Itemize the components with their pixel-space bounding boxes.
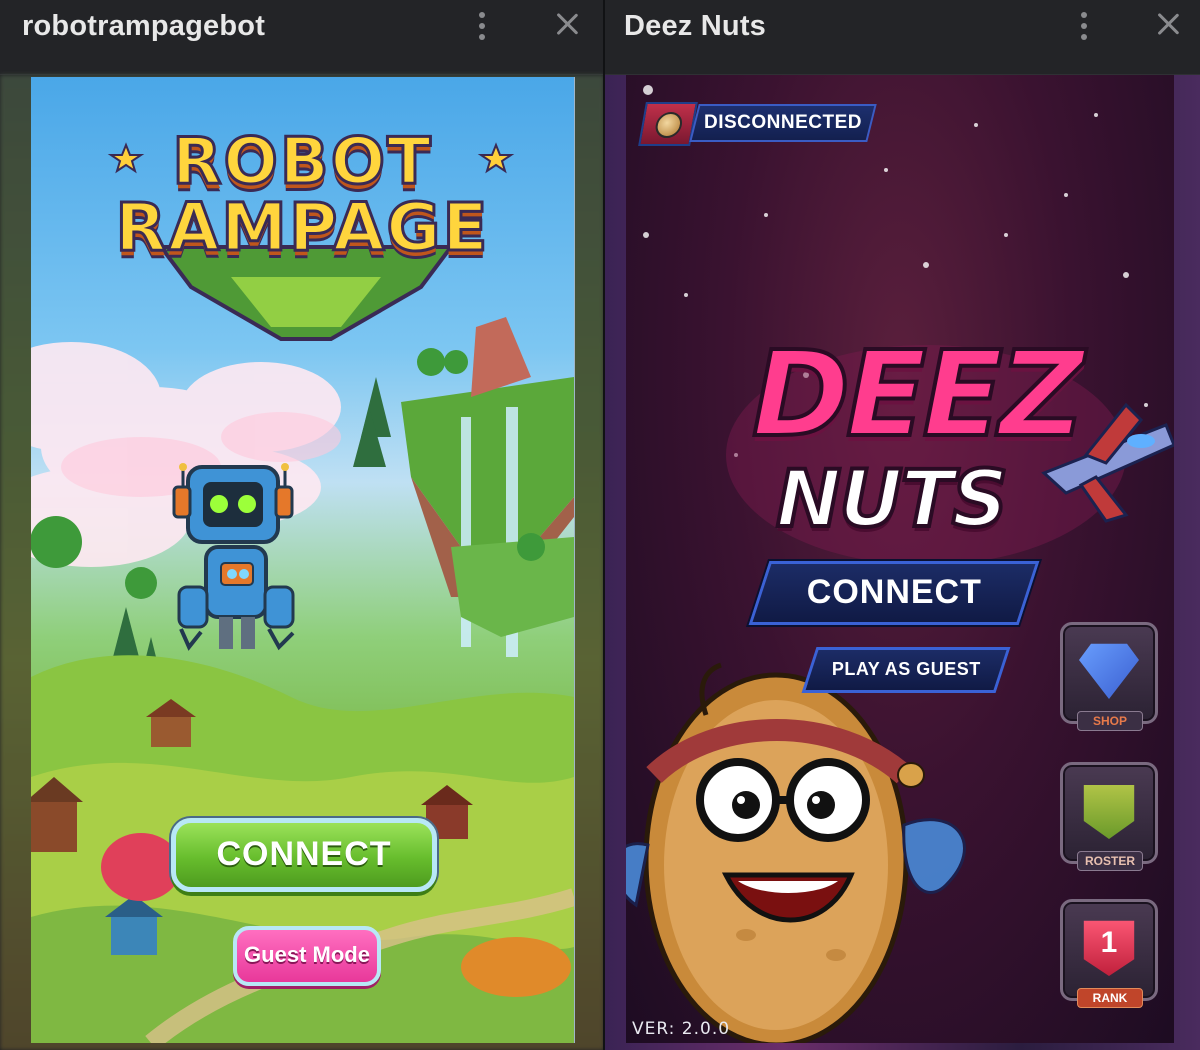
robotrampage-panel: robotrampagebot ROBOT RAMPAGE CONNECT Gu…	[0, 0, 604, 1050]
left-titlebar: robotrampagebot	[0, 0, 604, 75]
game-logo-line1: ROBOT	[171, 124, 433, 201]
kebab-menu-icon[interactable]	[1074, 12, 1094, 40]
right-titlebar: Deez Nuts	[604, 0, 1200, 75]
window-title: robotrampagebot	[22, 10, 266, 42]
kebab-menu-icon[interactable]	[472, 12, 492, 40]
play-as-guest-button[interactable]: PLAY AS GUEST	[801, 647, 1011, 693]
shield-icon	[1083, 785, 1135, 839]
roster-label: ROSTER	[1077, 851, 1143, 871]
version-label: VER: 2.0.0	[632, 1019, 731, 1039]
app-window: robotrampagebot ROBOT RAMPAGE CONNECT Gu…	[0, 0, 1200, 1050]
robotrampage-game-view: ROBOT RAMPAGE CONNECT Guest Mode	[31, 77, 575, 1043]
game-logo-line2: NUTS	[774, 453, 1010, 547]
close-icon[interactable]	[1156, 12, 1180, 36]
rank-label: RANK	[1077, 988, 1143, 1008]
rank-badge-icon: 1	[1083, 920, 1135, 976]
game-logo-line2: RAMPAGE	[114, 188, 490, 268]
guest-mode-button[interactable]: Guest Mode	[233, 926, 381, 986]
connect-button[interactable]: CONNECT	[171, 818, 437, 892]
shop-label: SHOP	[1077, 711, 1143, 731]
deeznuts-panel: Deez Nuts DISCONNECTED DEEZ NUTS CONNECT…	[604, 0, 1200, 1050]
deeznuts-scene	[626, 85, 1174, 1043]
rank-button[interactable]: 1 RANK	[1060, 899, 1158, 1008]
connect-button[interactable]: CONNECT	[748, 561, 1040, 625]
deeznuts-game-view: DISCONNECTED DEEZ NUTS CONNECT PLAY AS G…	[626, 75, 1174, 1043]
panel-divider	[603, 0, 605, 1050]
status-label: DISCONNECTED	[689, 104, 877, 142]
shop-button[interactable]: SHOP	[1060, 622, 1158, 731]
diamond-icon	[1079, 643, 1139, 699]
window-title: Deez Nuts	[624, 10, 766, 42]
roster-button[interactable]: ROSTER	[1060, 762, 1158, 871]
game-logo-line1: DEEZ	[750, 323, 1087, 465]
connection-status-badge: DISCONNECTED	[638, 102, 877, 146]
close-icon[interactable]	[555, 12, 579, 36]
